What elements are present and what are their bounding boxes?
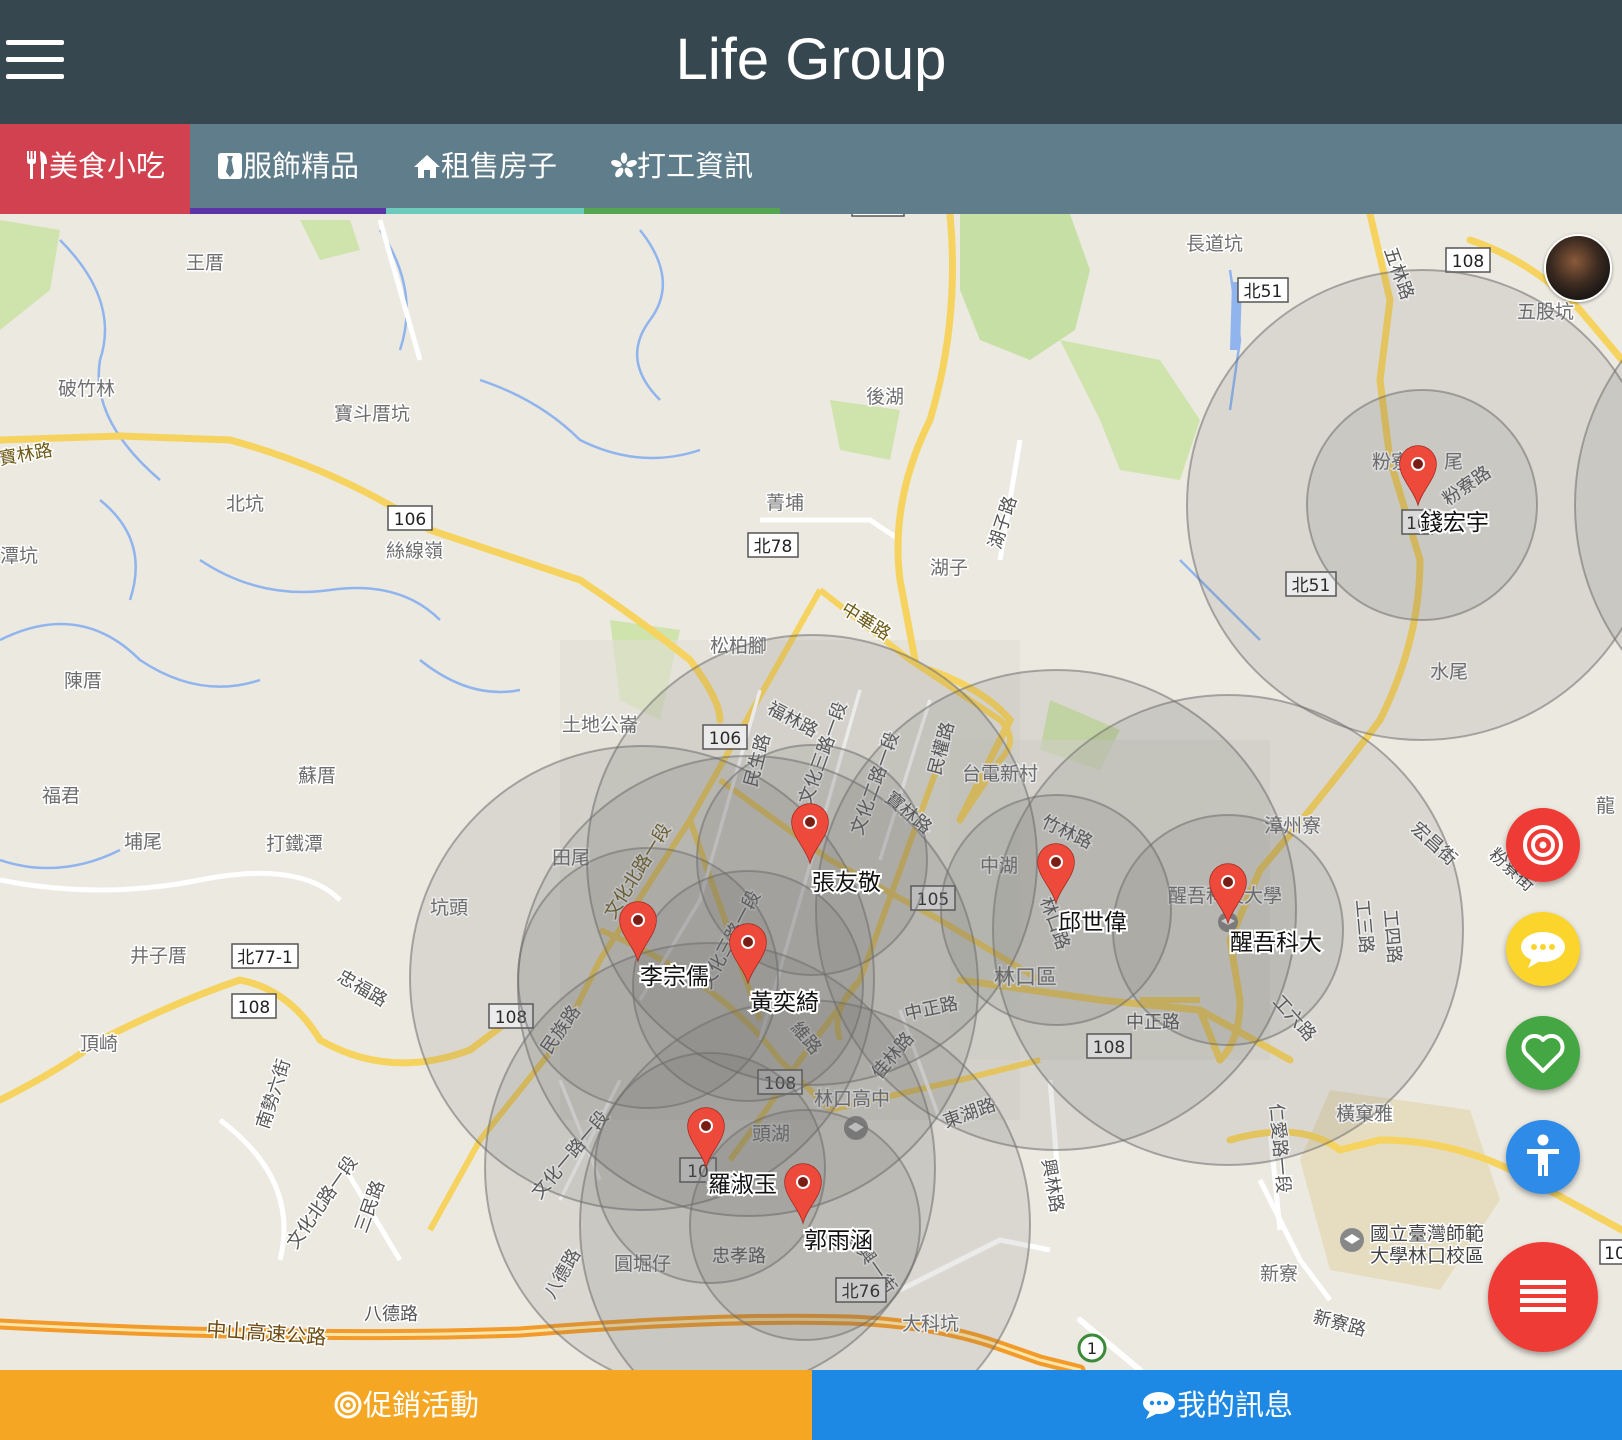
svg-text:邱世偉: 邱世偉 [1058, 910, 1127, 936]
tab-jobs[interactable]: 打工資訊 [584, 124, 780, 214]
place-label: 大學林口校區 [1370, 1245, 1484, 1267]
asterisk-icon [611, 152, 637, 178]
place-label: 福君 [42, 785, 80, 807]
route-shield: 北77-1 [231, 943, 299, 969]
svg-text:108: 108 [1452, 252, 1484, 272]
tab-housing-label: 租售房子 [440, 149, 557, 183]
place-label: 龍 [1596, 795, 1615, 817]
route-shield: 1 [1077, 1333, 1107, 1363]
svg-text:醒吾科大: 醒吾科大 [1230, 930, 1322, 956]
svg-text:羅淑玉: 羅淑玉 [708, 1172, 777, 1198]
radius-circle [689, 1109, 921, 1341]
tab-jobs-label: 打工資訊 [636, 149, 753, 183]
svg-text:郭雨涵: 郭雨涵 [804, 1228, 873, 1254]
school-icon [1340, 1228, 1364, 1252]
place-label: 新寮 [1260, 1263, 1298, 1285]
route-shield [851, 214, 905, 217]
messages-button[interactable]: 我的訊息 [812, 1370, 1622, 1440]
chat-icon [1142, 1392, 1175, 1419]
place-label: 菁埔 [766, 492, 804, 514]
svg-text:北77-1: 北77-1 [237, 948, 293, 968]
chat-button[interactable] [1506, 912, 1580, 986]
user-avatar[interactable] [1544, 234, 1612, 302]
svg-text:北78: 北78 [754, 537, 793, 557]
route-shield: 108 [1445, 247, 1491, 273]
svg-text:錢宏宇: 錢宏宇 [1420, 510, 1489, 536]
chat-icon [1521, 932, 1565, 968]
svg-text:1: 1 [1087, 1339, 1097, 1358]
map-view[interactable]: 王厝 破竹林 寶斗厝坑 後湖 長道坑 五股坑 北坑 菁埔 湖子 絲線嶺 陳厝 松… [0, 214, 1622, 1370]
place-label: 湖子 [930, 557, 968, 579]
tab-housing[interactable]: 租售房子 [386, 124, 584, 214]
place-label: 後湖 [866, 386, 904, 408]
place-label: 王厝 [186, 252, 224, 274]
place-label: 國立臺灣師範 [1370, 1223, 1484, 1245]
tab-food-label: 美食小吃 [48, 149, 165, 183]
route-shield: 北51 [1237, 277, 1289, 303]
tab-food[interactable]: 美食小吃 [0, 124, 190, 214]
svg-text:北51: 北51 [1244, 282, 1283, 302]
place-label: 北坑 [226, 493, 264, 515]
fork-knife-icon [26, 151, 47, 179]
place-label: 潭坑 [0, 545, 38, 567]
messages-label: 我的訊息 [1176, 1388, 1293, 1422]
place-label: 寶斗厝坑 [334, 403, 410, 425]
tie-icon [217, 153, 242, 179]
svg-text:10: 10 [1604, 1244, 1622, 1264]
main-menu-button[interactable] [1488, 1242, 1598, 1352]
svg-text:李宗儒: 李宗儒 [640, 964, 709, 990]
favorite-button[interactable] [1506, 1016, 1580, 1090]
place-label: 打鐵潭 [266, 833, 323, 855]
list-icon [1520, 1280, 1566, 1312]
tab-clothing[interactable]: 服飾精品 [190, 124, 386, 214]
route-shield: 106 [387, 505, 433, 531]
route-shield: 108 [231, 993, 277, 1019]
heart-icon [1521, 1034, 1565, 1073]
place-label: 陳厝 [64, 670, 102, 692]
target-icon [334, 1391, 362, 1419]
svg-text:張友敬: 張友敬 [812, 870, 881, 896]
radius-circle [1306, 389, 1538, 621]
road-label: 八德路 [364, 1304, 418, 1325]
target-button[interactable] [1506, 808, 1580, 882]
promotions-label: 促銷活動 [362, 1388, 479, 1422]
promotions-button[interactable]: 促銷活動 [0, 1370, 812, 1440]
app-title: Life Group [675, 27, 947, 92]
target-icon [1523, 825, 1563, 865]
svg-text:106: 106 [394, 510, 426, 530]
accessibility-button[interactable] [1506, 1120, 1580, 1194]
route-shield: 10 [1599, 1239, 1622, 1265]
place-label: 長道坑 [1186, 233, 1243, 255]
place-label: 頂崎 [80, 1033, 118, 1055]
svg-text:黃奕綺: 黃奕綺 [750, 990, 819, 1016]
route-shield: 北78 [747, 532, 799, 558]
house-icon [413, 155, 440, 178]
map-canvas[interactable]: 王厝 破竹林 寶斗厝坑 後湖 長道坑 五股坑 北坑 菁埔 湖子 絲線嶺 陳厝 松… [0, 214, 1622, 1370]
place-label: 井子厝 [130, 945, 187, 967]
tab-clothing-label: 服飾精品 [242, 149, 359, 183]
place-label: 破竹林 [58, 378, 115, 400]
place-label: 絲線嶺 [386, 540, 443, 562]
place-label: 埔尾 [124, 831, 162, 853]
svg-text:108: 108 [238, 998, 270, 1018]
category-tabs: 美食小吃 服飾精品 租售房子 打工資訊 [0, 124, 1622, 214]
accessibility-icon [1527, 1134, 1559, 1176]
place-label: 蘇厝 [298, 765, 336, 787]
app-header: Life Group [0, 0, 1622, 124]
